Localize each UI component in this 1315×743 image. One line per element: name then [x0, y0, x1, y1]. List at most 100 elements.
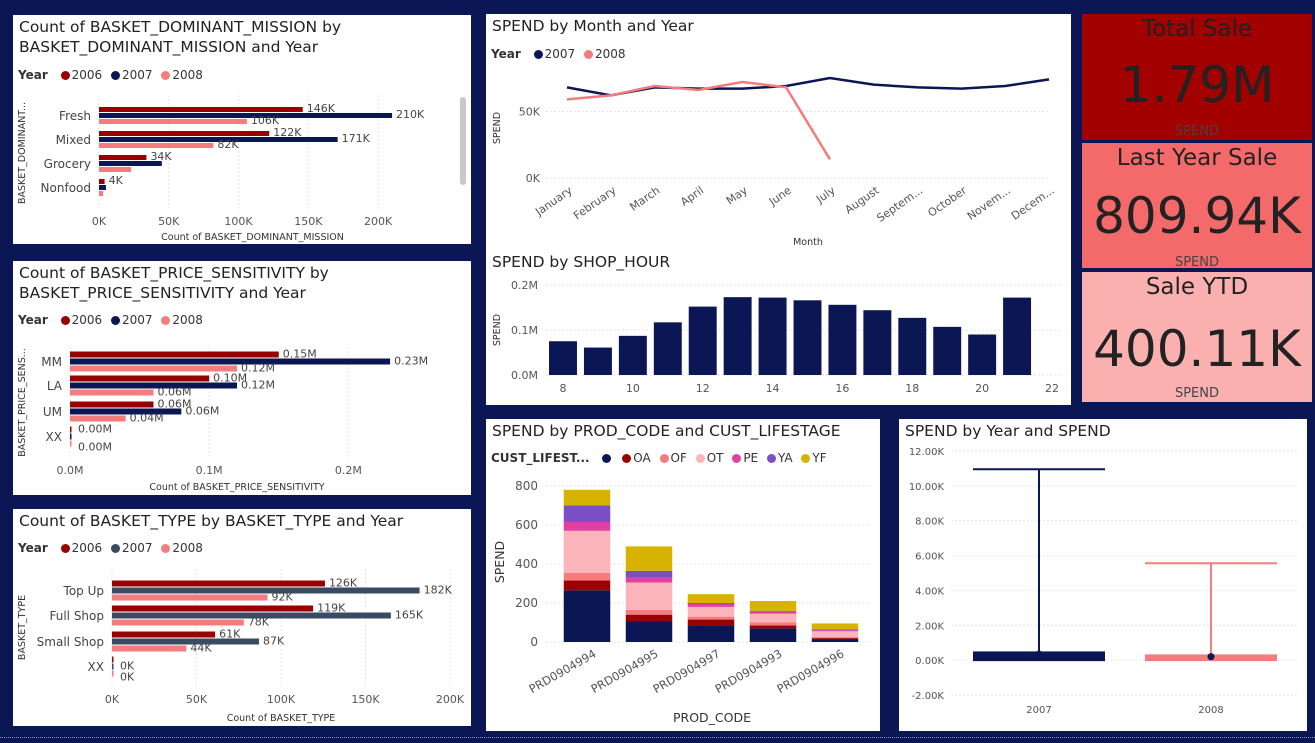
mission-chart: 0K 50K 100K 150K 200K Count of BASKET_DOMINAN…	[17, 95, 425, 243]
hour-chart: 0.0M 0.1M 0.2M SPEND 8 10 12 14 16 18 20 22	[492, 279, 1061, 395]
prod-chart: 0200400600800SPENDPROD_CODEPRD0904994PRD…	[492, 479, 871, 725]
x-tick-label: 200K	[436, 693, 465, 706]
median-marker	[1035, 650, 1043, 658]
x-tick-label: PRD0904997	[651, 646, 723, 696]
bar-2006	[112, 605, 314, 612]
x-axis-label: PROD_CODE	[673, 710, 751, 725]
x-tick-label: Septem...	[874, 184, 925, 225]
y-tick-label: 0.2M	[511, 279, 538, 292]
x-tick-label: 150K	[294, 215, 323, 228]
y-axis-label: BASKET_TYPE	[17, 595, 28, 660]
x-tick-label: PRD0904996	[775, 646, 847, 696]
kpi-sale-ytd[interactable]: Sale YTD 400.11K SPEND	[1082, 272, 1312, 402]
bar-2006	[70, 375, 210, 382]
x-tick-label: April	[678, 184, 706, 209]
bar-2006	[99, 179, 105, 184]
category-label: XX	[46, 430, 62, 444]
bar-hour-9	[583, 347, 612, 375]
x-tick-label: 14	[766, 382, 780, 395]
data-label: 0.00M	[78, 441, 112, 454]
bar-2006	[99, 107, 303, 112]
x-tick-label: 50K	[186, 693, 208, 706]
y-tick-label: 0.0M	[511, 369, 538, 382]
kpi-last-year-sale[interactable]: Last Year Sale 809.94K SPEND	[1082, 143, 1312, 268]
panel-prod[interactable]: SPEND by PROD_CODE and CUST_LIFESTAGE CU…	[486, 419, 880, 731]
x-tick-label: 12	[696, 382, 710, 395]
bar-2006	[99, 155, 147, 160]
x-tick-label: 100K	[224, 215, 253, 228]
y-axis-label: SPEND	[492, 541, 507, 583]
bar-2008	[70, 415, 126, 422]
data-label: 4K	[109, 174, 124, 187]
panel-price[interactable]: Count of BASKET_PRICE_SENSITIVITY by BAS…	[13, 261, 471, 495]
bar-2006	[99, 131, 270, 136]
x-tick-label: 0.2M	[335, 464, 362, 477]
x-tick-label: 2007	[1026, 705, 1051, 716]
x-tick-label: PRD0904993	[713, 646, 785, 696]
bar-segment-OT	[625, 582, 673, 610]
x-tick-label: 10	[626, 382, 640, 395]
bar-2008	[112, 670, 114, 677]
mission-scrollbar[interactable]	[460, 97, 466, 185]
panel-box[interactable]: SPEND by Year and SPEND -2.00K 0.00K 2.00K…	[899, 419, 1307, 731]
x-tick-label: March	[627, 184, 662, 214]
bar-hour-17	[863, 310, 892, 375]
bar-2006	[112, 631, 216, 638]
bar-hour-10	[618, 335, 647, 375]
category-label: LA	[47, 379, 63, 393]
panel-type[interactable]: Count of BASKET_TYPE by BASKET_TYPE and …	[13, 509, 471, 726]
x-tick-label: May	[724, 184, 750, 208]
bar-segment-YA	[687, 602, 735, 604]
x-tick-label: 0.1M	[196, 464, 223, 477]
x-tick-label: PRD0904995	[589, 646, 661, 696]
kpi-total-value: 1.79M	[1119, 56, 1275, 114]
bar-hour-20	[968, 334, 997, 375]
bar-2007	[70, 358, 391, 365]
x-tick-label: October	[926, 184, 970, 220]
panel-hour[interactable]: SPEND by SHOP_HOUR 0.0M 0.1M 0.2M SPEND 8 10 1…	[486, 250, 1071, 405]
bar-segment-YF	[687, 594, 735, 603]
y-axis-label: SPEND	[492, 112, 503, 144]
panel-month[interactable]: SPEND by Month and Year Year 2007 2008 0…	[486, 14, 1071, 250]
bar-hour-15	[793, 300, 822, 375]
panel-mission[interactable]: Count of BASKET_DOMINANT_MISSION by BASK…	[13, 15, 471, 244]
bar-segment-blank	[749, 628, 797, 642]
bar-segment-OT	[687, 606, 735, 617]
bar-2006	[112, 580, 325, 587]
bar-segment-PE	[563, 522, 611, 531]
data-label: 78K	[248, 616, 270, 629]
bar-segment-YA	[749, 610, 797, 612]
kpi-total-sub: SPEND	[1174, 124, 1220, 139]
bar-hour-18	[898, 317, 927, 375]
bar-2008	[99, 119, 247, 124]
month-chart: 0K 50K SPEND JanuaryFebruary March April May Ju…	[492, 76, 1057, 248]
data-label: 210K	[396, 108, 425, 121]
bar-segment-OF	[687, 616, 735, 620]
y-axis-label: BASKET_PRICE_SENS...	[17, 348, 28, 457]
bar-2007	[99, 185, 106, 190]
bar-hour-19	[933, 326, 962, 375]
category-label: Fresh	[59, 109, 91, 123]
x-tick-label: August	[842, 183, 882, 216]
x-tick-label: 200K	[364, 215, 393, 228]
bar-hour-11	[653, 322, 682, 375]
bar-segment-OA	[811, 638, 859, 640]
y-axis-label: SPEND	[492, 314, 503, 346]
bar-2006	[70, 426, 72, 433]
bar-hour-13	[723, 297, 752, 375]
bar-segment-PE	[749, 611, 797, 614]
data-label: 0K	[120, 671, 135, 684]
y-tick-label: 600	[515, 518, 538, 532]
data-label: 0.23M	[394, 355, 428, 368]
bar-2008	[70, 440, 72, 447]
bar-segment-PE	[625, 577, 673, 583]
y-axis-label: BASKET_DOMINANT...	[17, 102, 28, 204]
bar-2007	[70, 382, 237, 389]
bar-segment-blank	[687, 625, 735, 642]
kpi-total-sale[interactable]: Total Sale 1.79M SPEND	[1082, 14, 1312, 140]
type-chart: 0K 50K 100K 150K 200K Count of BASKET_TYPE BAS…	[17, 569, 465, 724]
x-tick-label: 0K	[92, 215, 107, 228]
bar-2007	[70, 408, 182, 415]
bar-2008	[112, 594, 268, 601]
category-label: Full Shop	[49, 609, 104, 623]
